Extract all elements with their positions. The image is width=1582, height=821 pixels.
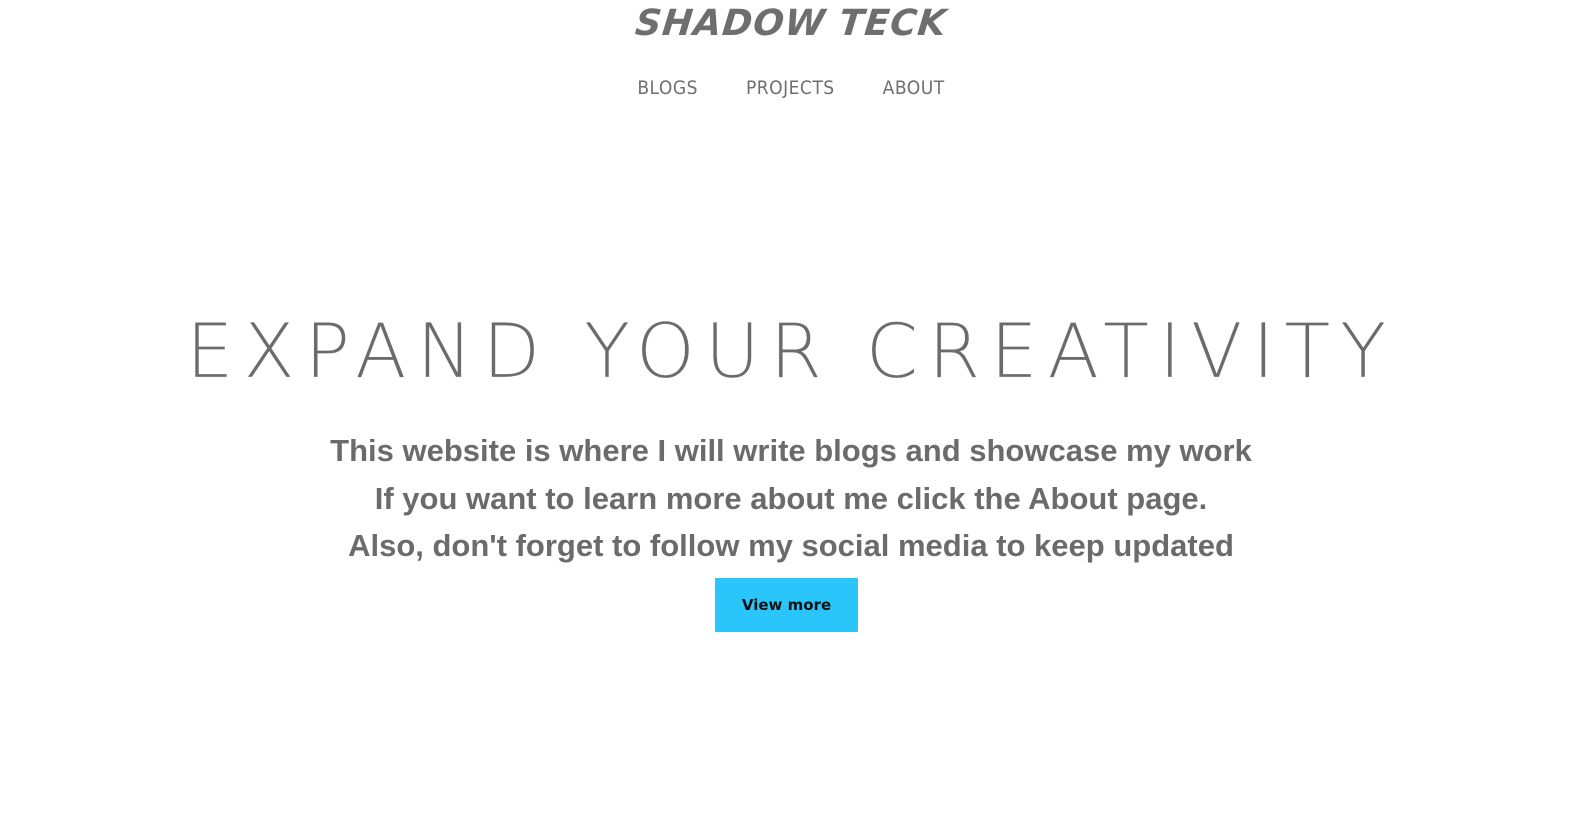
main-nav: BLOGS PROJECTS ABOUT (0, 74, 1582, 102)
hero-line-1: This website is where I will write blogs… (330, 433, 1252, 468)
hero-description: This website is where I will write blogs… (0, 427, 1582, 570)
view-more-button[interactable]: View more (715, 578, 858, 632)
nav-item-projects[interactable]: PROJECTS (746, 74, 835, 102)
nav-item-blogs[interactable]: BLOGS (637, 74, 698, 102)
nav-item-about[interactable]: ABOUT (883, 74, 945, 102)
hero-line-3: Also, don't forget to follow my social m… (348, 528, 1234, 563)
site-logo[interactable]: SHADOW TECK (0, 2, 1582, 46)
page: SHADOW TECK BLOGS PROJECTS ABOUT EXPAND … (0, 0, 1582, 821)
hero-line-2: If you want to learn more about me click… (374, 480, 1208, 516)
hero-title: EXPAND YOUR CREATIVITY (185, 307, 1397, 395)
